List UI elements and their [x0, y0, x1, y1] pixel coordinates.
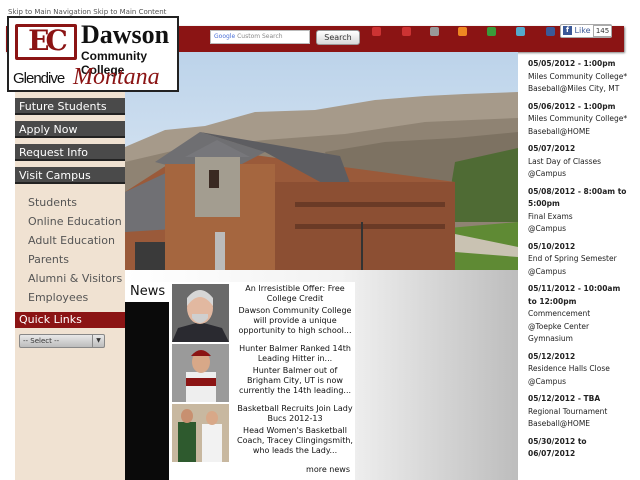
nav-employees[interactable]: Employees — [15, 288, 125, 307]
event-item[interactable]: 05/05/2012 - 1:00pm Miles Community Colle… — [528, 58, 628, 96]
event-detail: @Campus — [528, 169, 567, 178]
nav-request-info[interactable]: Request Info — [15, 144, 125, 161]
share-icon[interactable] — [487, 27, 496, 36]
select-value: -- Select -- — [23, 337, 60, 345]
news-heading: News — [125, 282, 169, 302]
google-plus-icon[interactable] — [372, 27, 381, 36]
news-list: An Irresistible Offer: Free College Cred… — [169, 282, 355, 480]
logo-city: Glendive — [13, 70, 65, 87]
more-news-link[interactable]: more news — [306, 465, 350, 474]
quick-links-select[interactable]: -- Select -- ▼ — [19, 334, 105, 348]
event-detail: Final Exams — [528, 211, 573, 221]
campus-photo — [125, 52, 518, 270]
event-detail: Baseball@HOME — [528, 126, 591, 136]
nav-visit-campus[interactable]: Visit Campus — [15, 167, 125, 184]
event-item[interactable]: 05/08/2012 - 8:00am to 5:00pm Final Exams… — [528, 186, 628, 236]
event-detail: Baseball@Miles City, MT — [528, 84, 620, 93]
search-placeholder: Custom Search — [237, 33, 283, 40]
like-count: 145 — [593, 25, 612, 37]
nav-adult-education[interactable]: Adult Education — [15, 231, 125, 250]
event-item[interactable]: 05/12/2012 - TBA Regional Tournament Baseb… — [528, 393, 628, 431]
nav-future-students[interactable]: Future Students — [15, 98, 125, 115]
news-item-summary: Dawson Community College will provide a … — [238, 306, 352, 335]
event-item[interactable]: 05/07/2012 Last Day of Classes @Campus — [528, 143, 628, 181]
event-date[interactable]: 05/12/2012 — [528, 351, 628, 364]
logo-mark: EC — [15, 24, 77, 60]
event-detail: Miles Community College* — [528, 71, 628, 81]
college-logo[interactable]: EC Dawson Community College Glendive Mon… — [7, 16, 179, 92]
google-label: Google — [214, 33, 236, 40]
event-item[interactable]: 05/30/2012 to 06/07/2012 — [528, 436, 628, 461]
events-list: 05/05/2012 - 1:00pm Miles Community Colle… — [528, 58, 628, 466]
rss-icon[interactable] — [458, 27, 467, 36]
logo-name: Dawson — [81, 20, 170, 49]
facebook-icon[interactable] — [546, 27, 555, 36]
event-date[interactable]: 05/11/2012 - 10:00am to 12:00pm — [528, 283, 628, 308]
logo-state: Montana — [73, 64, 160, 90]
event-detail: Residence Halls Close — [528, 364, 610, 373]
event-detail: @Toepke Center — [528, 321, 590, 331]
quick-links-heading: Quick Links — [15, 312, 125, 328]
news-item-summary: Hunter Balmer out of Brigham City, UT is… — [238, 366, 352, 395]
mobile-icon[interactable] — [516, 27, 525, 36]
event-detail: Miles Community College* — [528, 114, 628, 123]
news-item-title[interactable]: Basketball Recruits Join Lady Bucs 2012-… — [236, 404, 354, 424]
event-date[interactable]: 05/05/2012 - 1:00pm — [528, 58, 628, 71]
event-detail: Regional Tournament — [528, 406, 608, 416]
news-item-title[interactable]: An Irresistible Offer: Free College Cred… — [236, 284, 354, 304]
event-detail: @Campus — [528, 266, 567, 276]
event-date[interactable]: 05/10/2012 — [528, 241, 628, 254]
search-button[interactable]: Search — [316, 30, 360, 45]
event-detail: End of Spring Semester — [528, 254, 617, 263]
nav-online-education[interactable]: Online Education — [15, 212, 125, 231]
nav-parents[interactable]: Parents — [15, 250, 125, 269]
event-item[interactable]: 05/10/2012 End of Spring Semester @Campus — [528, 241, 628, 279]
news-thumbnail — [172, 404, 229, 462]
news-thumbnail — [172, 344, 229, 402]
nav-students[interactable]: Students — [15, 193, 125, 212]
event-detail: Baseball@HOME — [528, 419, 591, 428]
like-label: Like — [574, 26, 591, 35]
chevron-down-icon: ▼ — [92, 335, 104, 347]
news-thumbnail — [172, 284, 229, 342]
event-item[interactable]: 05/11/2012 - 10:00am to 12:00pm Commencem… — [528, 283, 628, 346]
news-item-title[interactable]: Hunter Balmer Ranked 14th Leading Hitter… — [236, 344, 354, 364]
news-featured-panel — [125, 302, 169, 480]
event-item[interactable]: 05/06/2012 - 1:00pm Miles Community Colle… — [528, 101, 628, 139]
event-date[interactable]: 05/07/2012 — [528, 143, 628, 156]
news-item-summary: Head Women's Basketball Coach, Tracey Cl… — [237, 426, 353, 455]
event-date[interactable]: 05/08/2012 - 8:00am to 5:00pm — [528, 186, 628, 211]
event-detail: Commencement — [528, 309, 591, 318]
facebook-icon: f — [563, 26, 572, 35]
email-icon[interactable] — [402, 27, 411, 36]
nav-alumni-visitors[interactable]: Alumni & Visitors — [15, 269, 125, 288]
event-detail: @Campus — [528, 376, 567, 386]
print-icon[interactable] — [430, 27, 439, 36]
event-date[interactable]: 05/30/2012 to 06/07/2012 — [528, 436, 628, 461]
event-detail: Gymnasium — [528, 334, 573, 343]
event-date[interactable]: 05/12/2012 - TBA — [528, 393, 628, 406]
event-detail: Last Day of Classes — [528, 156, 602, 166]
search-input[interactable]: Google Custom Search — [210, 30, 310, 44]
event-detail: @Campus — [528, 224, 567, 233]
sidebar: Future Students Apply Now Request Info V… — [15, 92, 125, 480]
event-item[interactable]: 05/12/2012 Residence Halls Close @Campus — [528, 351, 628, 389]
nav-apply-now[interactable]: Apply Now — [15, 121, 125, 138]
event-date[interactable]: 05/06/2012 - 1:00pm — [528, 101, 628, 114]
